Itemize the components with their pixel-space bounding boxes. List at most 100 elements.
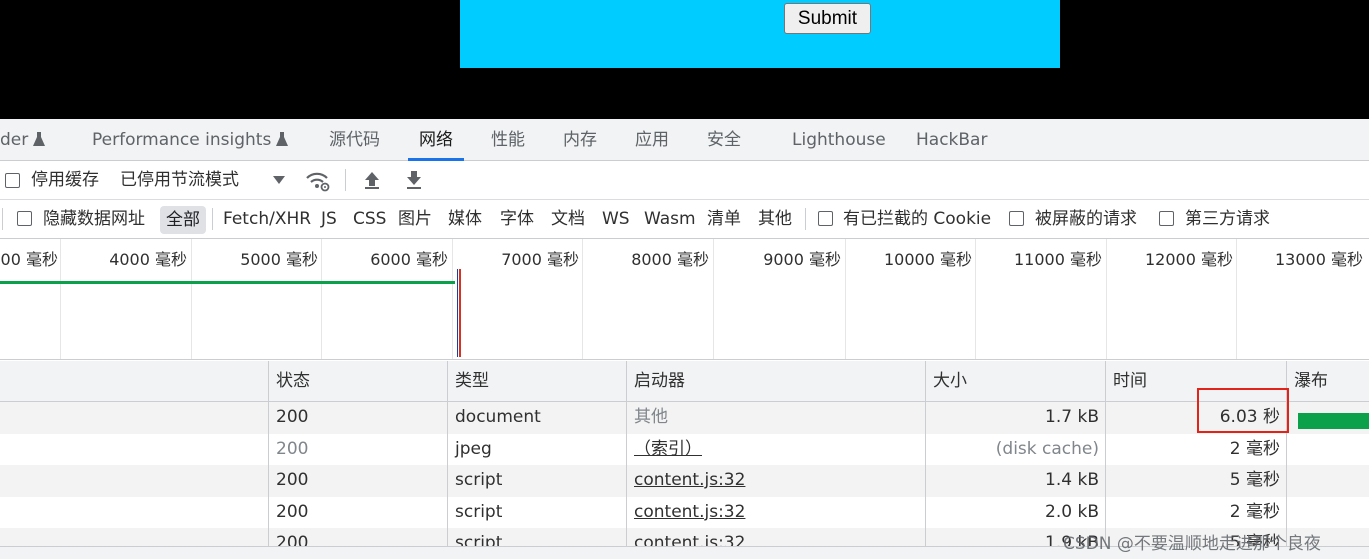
cell-initiator-link[interactable]: （索引） (627, 434, 926, 465)
tab-hackbar[interactable]: HackBar (916, 119, 987, 161)
toolbar-divider (2, 208, 3, 230)
blocked-cookies-label: 有已拦截的 Cookie (843, 209, 992, 229)
column-header-waterfall[interactable]: 瀑布 (1287, 361, 1328, 402)
tab-memory[interactable]: 内存 (563, 119, 597, 161)
tab-performance-insights[interactable]: Performance insights (92, 119, 289, 161)
column-header-type[interactable]: 类型 (448, 361, 489, 402)
cell-status: 200 (276, 407, 309, 427)
timeline-tick-label: 13000 毫秒 (1275, 250, 1363, 269)
toolbar-divider (805, 208, 806, 230)
page-viewport: Submit (0, 0, 1369, 119)
waterfall-bar (1298, 413, 1369, 429)
third-party-label: 第三方请求 (1185, 209, 1270, 229)
cell-size: 1.7 kB (1045, 407, 1099, 427)
timeline-tick-label: 7000 毫秒 (501, 250, 579, 269)
cell-type: script (455, 470, 503, 490)
cell-status: 200 (276, 501, 309, 522)
disable-cache-label: 停用缓存 (31, 170, 99, 190)
column-header-size[interactable]: 大小 (926, 361, 967, 402)
timeline-tick-label: 9000 毫秒 (763, 250, 841, 269)
cell-time: 5 毫秒 (1229, 470, 1280, 490)
throttling-select[interactable]: 已停用节流模式 (120, 161, 239, 199)
submit-button[interactable]: Submit (784, 3, 871, 34)
filter-css[interactable]: CSS (353, 200, 386, 238)
blocked-cookies-checkbox[interactable] (818, 211, 833, 226)
tab-application[interactable]: 应用 (635, 119, 669, 161)
timeline-request-bar (0, 281, 455, 284)
highlight-annotation (1197, 388, 1289, 433)
timeline-tick-label: 6000 毫秒 (370, 250, 448, 269)
table-header: 状态 类型 启动器 大小 时间 瀑布 (0, 361, 1369, 402)
dom-content-loaded-marker (457, 269, 458, 357)
timeline-tick-label: 10000 毫秒 (884, 250, 972, 269)
toolbar-divider (345, 169, 346, 191)
timeline-tick-label: 5000 毫秒 (240, 250, 318, 269)
filter-wasm[interactable]: Wasm (644, 200, 696, 238)
tab-recorder[interactable]: der (0, 119, 46, 161)
column-header-time[interactable]: 时间 (1106, 361, 1147, 402)
import-har-icon[interactable] (363, 170, 381, 190)
network-conditions-icon[interactable] (305, 170, 331, 192)
disable-cache-checkbox[interactable] (5, 173, 20, 188)
column-divider[interactable] (268, 361, 269, 549)
cell-status: 200 (276, 470, 309, 490)
flask-icon (276, 132, 289, 146)
filter-other[interactable]: 其他 (758, 200, 792, 238)
flask-icon (33, 132, 46, 146)
table-row[interactable]: 200 script content.js:32 2.0 kB 2 毫秒 (0, 496, 1369, 528)
tab-performance[interactable]: 性能 (491, 119, 525, 161)
filter-ws[interactable]: WS (602, 200, 630, 238)
tab-security[interactable]: 安全 (707, 119, 741, 161)
toolbar-divider (212, 208, 213, 230)
filter-bar: 隐藏数据网址 全部 Fetch/XHR JS CSS 图片 媒体 字体 文档 W… (0, 200, 1369, 239)
filter-font[interactable]: 字体 (500, 200, 534, 238)
column-divider[interactable] (1105, 361, 1106, 549)
tab-sources[interactable]: 源代码 (329, 119, 380, 161)
filter-fetch-xhr[interactable]: Fetch/XHR (223, 200, 311, 238)
table-row[interactable]: 200 script content.js:32 1.4 kB 5 毫秒 (0, 465, 1369, 497)
cell-type: jpeg (455, 438, 492, 459)
cell-status: 200 (276, 438, 309, 459)
cell-size: 2.0 kB (1045, 501, 1099, 522)
column-divider[interactable] (925, 361, 926, 549)
column-divider[interactable] (447, 361, 448, 549)
network-toolbar: 停用缓存 已停用节流模式 (0, 161, 1369, 200)
column-divider[interactable] (626, 361, 627, 549)
export-har-icon[interactable] (405, 170, 423, 190)
filter-doc[interactable]: 文档 (551, 200, 585, 238)
hide-data-urls-checkbox[interactable] (17, 211, 32, 226)
hide-data-urls-label: 隐藏数据网址 (43, 209, 145, 229)
form-panel (460, 0, 1060, 68)
cell-initiator-link[interactable]: content.js:32 (627, 465, 926, 496)
filter-img[interactable]: 图片 (398, 200, 432, 238)
table-row[interactable]: 200 jpeg （索引） (disk cache) 2 毫秒 (0, 433, 1369, 465)
cell-time: 2 毫秒 (1229, 501, 1280, 522)
cell-initiator: 其他 (634, 407, 668, 427)
timeline-tick-label: 00 毫秒 (0, 250, 58, 269)
filter-all[interactable]: 全部 (160, 206, 206, 234)
devtools-panel: der Performance insights 源代码 网络 性能 内存 应用… (0, 119, 1369, 559)
column-header-status[interactable]: 状态 (269, 361, 310, 402)
cell-type: document (455, 407, 541, 427)
timeline-tick-label: 12000 毫秒 (1145, 250, 1233, 269)
filter-manifest[interactable]: 清单 (707, 200, 741, 238)
table-row[interactable]: 200 document 其他 1.7 kB 6.03 秒 (0, 402, 1369, 434)
filter-js[interactable]: JS (321, 200, 337, 238)
dropdown-arrow-icon[interactable] (272, 175, 286, 185)
devtools-tab-bar: der Performance insights 源代码 网络 性能 内存 应用… (0, 119, 1369, 161)
cell-time: 2 毫秒 (1229, 438, 1280, 459)
load-event-marker (459, 269, 461, 357)
timeline-tick-label: 4000 毫秒 (109, 250, 187, 269)
timeline-tick-label: 11000 毫秒 (1014, 250, 1102, 269)
filter-media[interactable]: 媒体 (448, 200, 482, 238)
cell-type: script (455, 501, 503, 522)
blocked-requests-checkbox[interactable] (1009, 211, 1024, 226)
timeline-overview[interactable]: 00 毫秒 4000 毫秒 5000 毫秒 6000 毫秒 7000 毫秒 80… (0, 239, 1369, 360)
timeline-tick-label: 8000 毫秒 (631, 250, 709, 269)
cell-size: (disk cache) (995, 438, 1099, 459)
tab-lighthouse[interactable]: Lighthouse (792, 119, 886, 161)
tab-network[interactable]: 网络 (408, 119, 464, 161)
cell-initiator-link[interactable]: content.js:32 (627, 497, 926, 528)
column-header-initiator[interactable]: 启动器 (627, 361, 685, 402)
third-party-checkbox[interactable] (1159, 211, 1174, 226)
